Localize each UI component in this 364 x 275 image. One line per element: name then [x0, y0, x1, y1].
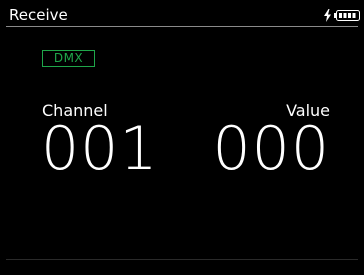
status-icons	[323, 9, 360, 22]
value-number: 000	[212, 114, 330, 184]
receive-screen: Receive DMX Channel Value 001 000	[0, 0, 364, 275]
mode-badge[interactable]: DMX	[42, 50, 95, 67]
bolt-icon	[323, 9, 332, 22]
battery-icon	[334, 10, 360, 21]
screen-title: Receive	[9, 6, 68, 24]
channel-number: 001	[41, 114, 159, 184]
title-bar: Receive	[0, 0, 364, 26]
bottom-divider	[6, 259, 358, 260]
title-divider	[6, 26, 358, 27]
